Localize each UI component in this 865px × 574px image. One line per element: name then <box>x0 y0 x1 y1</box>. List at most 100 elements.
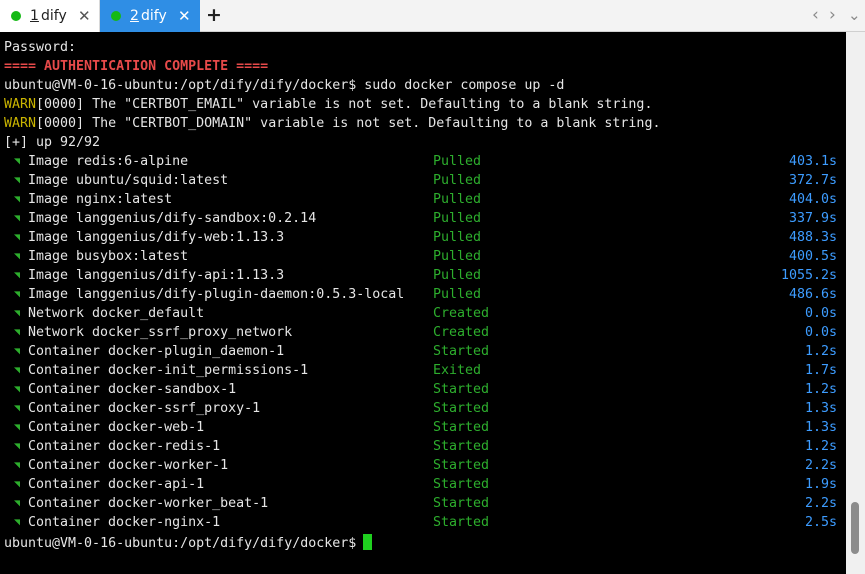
check-icon: ◥ <box>14 289 21 300</box>
final-prompt-line[interactable]: ubuntu@VM-0-16-ubuntu:/opt/dify/dify/doc… <box>4 534 373 553</box>
item-status: Exited <box>433 363 482 378</box>
item-status: Pulled <box>433 230 482 245</box>
check-icon: ◥ <box>14 194 21 205</box>
check-icon: ◥ <box>14 441 21 452</box>
item-status: Started <box>433 458 490 473</box>
warn-text: [0000] The "CERTBOT_EMAIL" variable is n… <box>36 97 653 112</box>
item-name: Container docker-plugin_daemon-1 <box>28 344 285 359</box>
item-name: Image nginx:latest <box>28 192 173 207</box>
check-icon: ◥ <box>14 270 21 281</box>
item-name: Container docker-ssrf_proxy-1 <box>28 401 261 416</box>
shell-prompt: ubuntu@VM-0-16-ubuntu:/opt/dify/dify/doc… <box>4 536 357 551</box>
check-icon: ◥ <box>14 308 21 319</box>
item-duration: 372.7s <box>788 173 837 188</box>
shell-prompt: ubuntu@VM-0-16-ubuntu:/opt/dify/dify/doc… <box>4 78 357 93</box>
item-status: Started <box>433 420 490 435</box>
compose-item-row: ◥ Container docker-init_permissions-1 Exit… <box>4 361 839 380</box>
cursor <box>363 534 373 550</box>
close-icon[interactable]: ✕ <box>78 7 91 25</box>
warn-tag: WARN <box>4 116 37 131</box>
compose-item-row: ◥ Container docker-worker_beat-1 Started 2.… <box>4 494 839 513</box>
compose-item-row: ◥ Image langgenius/dify-web:1.13.3 Pulled 4… <box>4 228 839 247</box>
plus-icon[interactable]: + <box>206 4 222 26</box>
item-duration: 403.1s <box>788 154 837 169</box>
item-duration: 337.9s <box>788 211 837 226</box>
compose-item-row: ◥ Container docker-nginx-1 Started 2.5s <box>4 513 839 532</box>
terminal-output[interactable]: Password: ==== AUTHENTICATION COMPLETE =… <box>4 38 839 568</box>
item-name: Network docker_ssrf_proxy_network <box>28 325 293 340</box>
check-icon: ◥ <box>14 384 21 395</box>
item-name: Container docker-worker-1 <box>28 458 229 473</box>
check-icon: ◥ <box>14 156 21 167</box>
item-duration: 2.2s <box>804 496 837 511</box>
chevron-down-icon[interactable]: ⌄ <box>848 6 861 24</box>
item-status: Created <box>433 306 490 321</box>
item-duration: 1.3s <box>804 401 837 416</box>
item-name: Container docker-sandbox-1 <box>28 382 237 397</box>
item-status: Pulled <box>433 249 482 264</box>
warn-text: [0000] The "CERTBOT_DOMAIN" variable is … <box>36 116 661 131</box>
item-duration: 1.2s <box>804 382 837 397</box>
item-duration: 2.5s <box>804 515 837 530</box>
tab-number: 1 <box>30 8 39 24</box>
warn-tag: WARN <box>4 97 37 112</box>
compose-item-row: ◥ Container docker-ssrf_proxy-1 Started 1.3… <box>4 399 839 418</box>
item-status: Pulled <box>433 192 482 207</box>
item-status: Started <box>433 477 490 492</box>
warning-line: WARN[0000] The "CERTBOT_EMAIL" variable … <box>4 95 652 114</box>
item-name: Network docker_default <box>28 306 205 321</box>
compose-item-row: ◥ Image busybox:latest Pulled 400.5s <box>4 247 839 266</box>
item-status: Pulled <box>433 154 482 169</box>
compose-item-row: ◥ Network docker_ssrf_proxy_network Create… <box>4 323 839 342</box>
item-duration: 1.3s <box>804 420 837 435</box>
chevron-left-icon[interactable]: ‹ <box>812 5 819 25</box>
close-icon[interactable]: ✕ <box>178 7 191 25</box>
item-duration: 0.0s <box>804 306 837 321</box>
scrollbar-track[interactable] <box>846 32 865 574</box>
check-icon: ◥ <box>14 251 21 262</box>
compose-item-row: ◥ Image langgenius/dify-sandbox:0.2.14 Pul… <box>4 209 839 228</box>
item-name: Image redis:6-alpine <box>28 154 189 169</box>
item-status: Started <box>433 439 490 454</box>
tab-label: dify <box>141 8 167 24</box>
chevron-right-icon[interactable]: › <box>829 5 836 25</box>
command-text: sudo docker compose up -d <box>364 78 565 93</box>
item-status: Pulled <box>433 268 482 283</box>
auth-complete-line: ==== AUTHENTICATION COMPLETE ==== <box>4 59 269 74</box>
check-icon: ◥ <box>14 460 21 471</box>
item-status: Started <box>433 382 490 397</box>
item-duration: 1.2s <box>804 344 837 359</box>
compose-item-row: ◥ Container docker-sandbox-1 Started 1.2s <box>4 380 839 399</box>
compose-item-row: ◥ Image langgenius/dify-plugin-daemon:0.5… <box>4 285 839 304</box>
item-duration: 1.2s <box>804 439 837 454</box>
item-name: Container docker-nginx-1 <box>28 515 221 530</box>
item-name: Image ubuntu/squid:latest <box>28 173 229 188</box>
check-icon: ◥ <box>14 327 21 338</box>
check-icon: ◥ <box>14 175 21 186</box>
compose-item-row: ◥ Container docker-redis-1 Started 1.2s <box>4 437 839 456</box>
item-name: Image langgenius/dify-api:1.13.3 <box>28 268 285 283</box>
terminal-window: 1 dify ✕ 2 dify ✕ + ‹ › ⌄ Password: ====… <box>0 0 865 574</box>
warning-line: WARN[0000] The "CERTBOT_DOMAIN" variable… <box>4 114 660 133</box>
compose-item-row: ◥ Container docker-web-1 Started 1.3s <box>4 418 839 437</box>
check-icon: ◥ <box>14 365 21 376</box>
item-duration: 486.6s <box>788 287 837 302</box>
check-icon: ◥ <box>14 517 21 528</box>
tab-2-dify[interactable]: 2 dify ✕ <box>100 0 200 32</box>
item-duration: 1.7s <box>804 363 837 378</box>
progress-line: [+] up 92/92 <box>4 135 101 150</box>
check-icon: ◥ <box>14 422 21 433</box>
scrollbar-thumb[interactable] <box>851 502 859 554</box>
check-icon: ◥ <box>14 213 21 224</box>
item-duration: 1055.2s <box>780 268 837 283</box>
compose-item-row: ◥ Image langgenius/dify-api:1.13.3 Pulled 1… <box>4 266 839 285</box>
tab-1-dify[interactable]: 1 dify ✕ <box>0 0 100 32</box>
tab-label: dify <box>41 8 67 24</box>
item-duration: 404.0s <box>788 192 837 207</box>
item-status: Started <box>433 496 490 511</box>
item-name: Container docker-api-1 <box>28 477 205 492</box>
item-duration: 2.2s <box>804 458 837 473</box>
item-duration: 0.0s <box>804 325 837 340</box>
compose-item-row: ◥ Image ubuntu/squid:latest Pulled 372.7s <box>4 171 839 190</box>
item-name: Container docker-init_permissions-1 <box>28 363 309 378</box>
